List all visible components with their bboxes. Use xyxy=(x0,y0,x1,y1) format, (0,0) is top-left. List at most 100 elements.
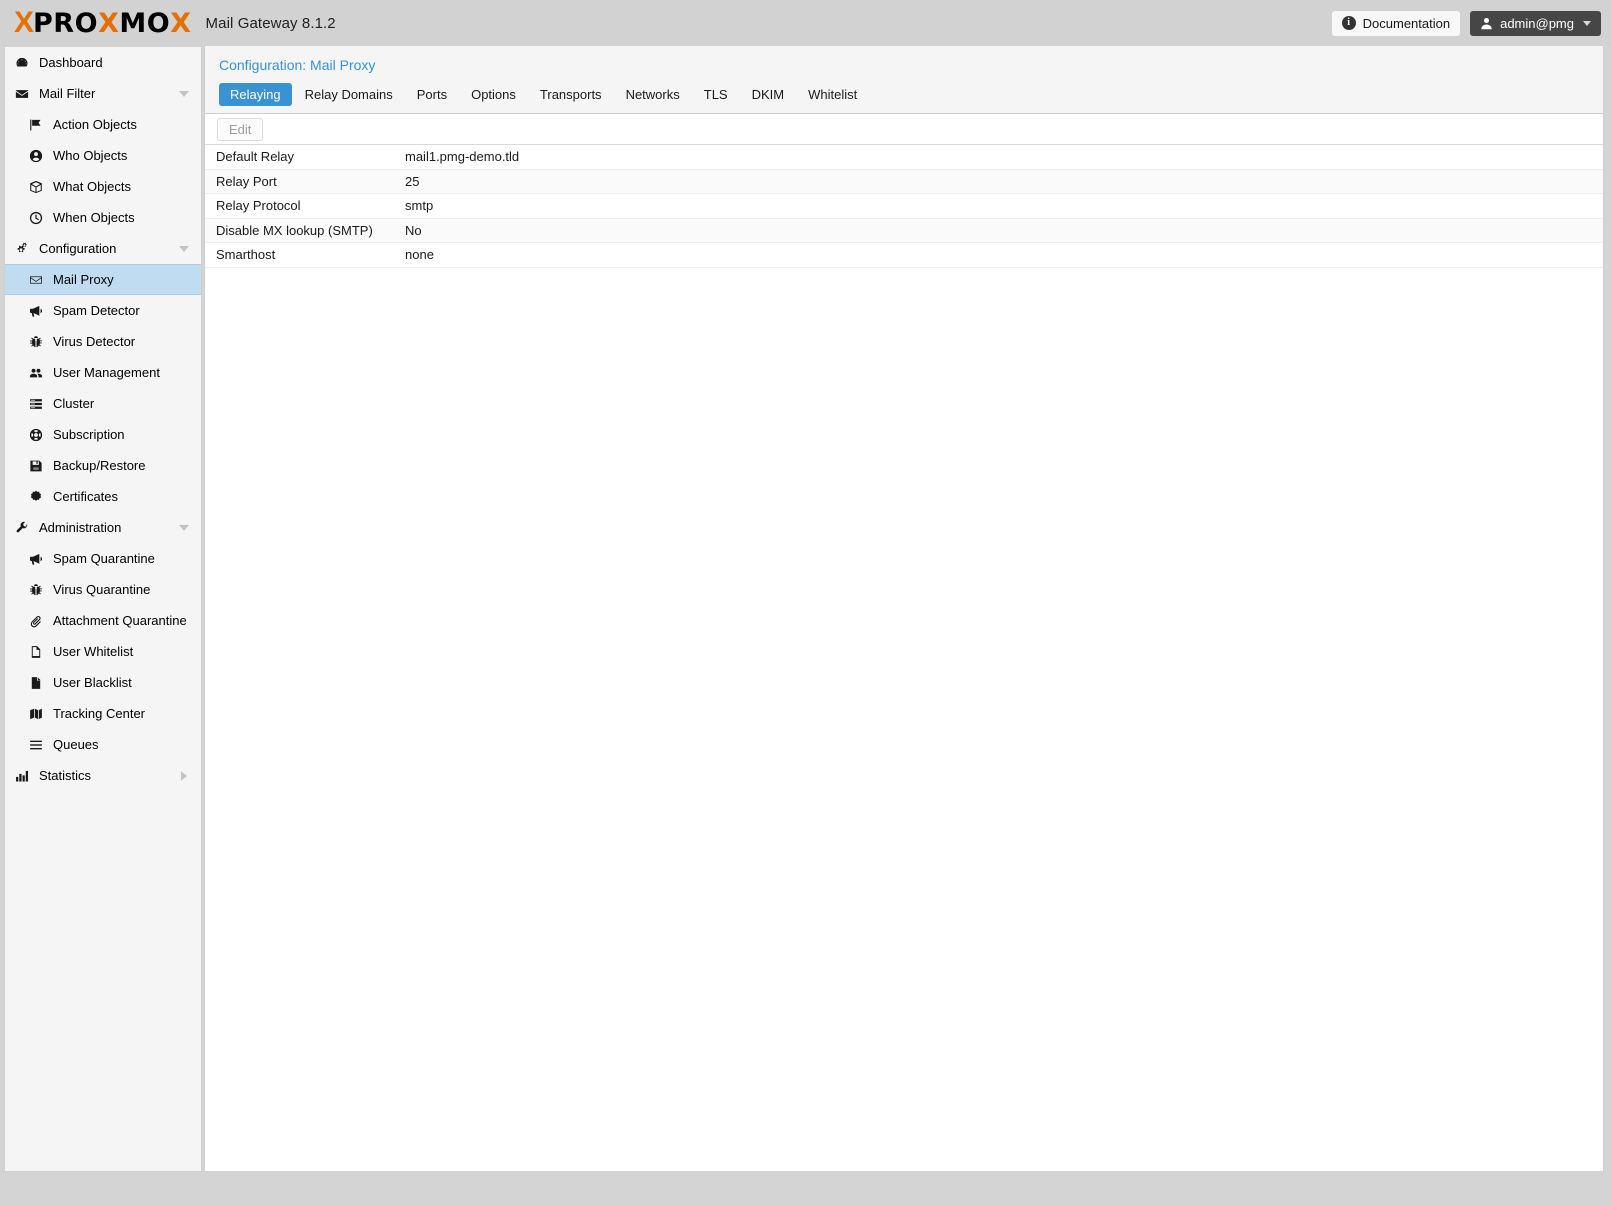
sidebar-item-user-blacklist[interactable]: User Blacklist xyxy=(5,667,201,698)
setting-value: none xyxy=(405,247,434,263)
sidebar-item-label: User Whitelist xyxy=(53,644,134,659)
table-row[interactable]: Disable MX lookup (SMTP) No xyxy=(205,218,1603,243)
setting-key: Relay Protocol xyxy=(216,198,301,214)
tab-ports[interactable]: Ports xyxy=(406,83,458,106)
sidebar-item-label: Mail Proxy xyxy=(53,272,114,287)
file-filled-icon xyxy=(29,676,47,690)
tab-whitelist[interactable]: Whitelist xyxy=(797,83,868,106)
sidebar-item-user-whitelist[interactable]: User Whitelist xyxy=(5,636,201,667)
logo-x-icon: X xyxy=(14,6,34,39)
table-row[interactable]: Relay Protocol smtp xyxy=(205,194,1603,219)
sidebar-item-tracking-center[interactable]: Tracking Center xyxy=(5,698,201,729)
tab-relay-domains[interactable]: Relay Domains xyxy=(294,83,404,106)
cube-icon xyxy=(29,180,47,194)
proxmox-logo: X PRO X MO X xyxy=(14,8,192,38)
certificate-icon xyxy=(29,490,47,504)
sidebar-item-attachment-quarantine[interactable]: Attachment Quarantine xyxy=(5,605,201,636)
dashboard-icon xyxy=(15,56,33,70)
tab-bar: Relaying Relay Domains Ports Options Transpo… xyxy=(219,83,1603,106)
tab-networks[interactable]: Networks xyxy=(615,83,691,106)
sidebar-item-label: Action Objects xyxy=(53,117,137,132)
lifebuoy-icon xyxy=(29,428,47,442)
chevron-right-icon[interactable] xyxy=(181,770,187,781)
clock-icon xyxy=(29,211,47,225)
panel-header: Configuration: Mail Proxy Relaying Relay … xyxy=(205,46,1603,114)
bug-icon xyxy=(29,335,47,349)
user-menu-button[interactable]: admin@pmg xyxy=(1470,10,1601,36)
setting-key: Disable MX lookup (SMTP) xyxy=(216,222,373,238)
sidebar-item-user-management[interactable]: User Management xyxy=(5,357,201,388)
chevron-down-icon[interactable] xyxy=(179,90,189,97)
setting-value: mail1.pmg-demo.tld xyxy=(405,149,520,165)
info-icon: i xyxy=(1341,16,1356,30)
tab-options[interactable]: Options xyxy=(460,83,527,106)
sidebar-item-action-objects[interactable]: Action Objects xyxy=(5,109,201,140)
table-row[interactable]: Relay Port 25 xyxy=(205,169,1603,194)
sidebar-item-label: Virus Detector xyxy=(53,334,136,349)
sidebar-item-backup-restore[interactable]: Backup/Restore xyxy=(5,450,201,481)
sidebar-item-label: Spam Detector xyxy=(53,303,140,318)
file-outline-icon xyxy=(29,645,47,659)
sidebar-item-queues[interactable]: Queues xyxy=(5,729,201,760)
chevron-down-icon[interactable] xyxy=(179,245,189,252)
chevron-down-icon xyxy=(1583,20,1591,26)
wrench-icon xyxy=(15,521,33,535)
users-icon xyxy=(29,366,47,380)
page-title: Configuration: Mail Proxy xyxy=(219,57,376,73)
sidebar-item-label: What Objects xyxy=(53,179,132,194)
logo-pro-text: PRO xyxy=(33,7,99,39)
chevron-down-icon[interactable] xyxy=(179,524,189,531)
tab-transports[interactable]: Transports xyxy=(529,83,613,106)
header-actions: i Documentation admin@pmg xyxy=(1331,10,1601,36)
sidebar-item-label: Backup/Restore xyxy=(53,458,146,473)
setting-value: 25 xyxy=(405,173,420,189)
documentation-button[interactable]: i Documentation xyxy=(1331,10,1461,36)
gears-icon xyxy=(15,242,33,256)
setting-key: Smarthost xyxy=(216,247,276,263)
top-header-bar: X PRO X MO X Mail Gateway 8.1.2 i Docume… xyxy=(0,0,1611,46)
main-content-panel: Configuration: Mail Proxy Relaying Relay … xyxy=(204,46,1604,1172)
sidebar-item-who-objects[interactable]: Who Objects xyxy=(5,140,201,171)
sidebar-item-label: Administration xyxy=(39,520,122,535)
sidebar-item-spam-quarantine[interactable]: Spam Quarantine xyxy=(5,543,201,574)
sidebar-item-spam-detector[interactable]: Spam Detector xyxy=(5,295,201,326)
sidebar-item-configuration[interactable]: Configuration xyxy=(5,233,201,264)
sidebar-item-virus-detector[interactable]: Virus Detector xyxy=(5,326,201,357)
settings-table: Default Relay mail1.pmg-demo.tld Relay Por… xyxy=(205,145,1603,268)
sidebar-item-label: Attachment Quarantine xyxy=(53,613,187,628)
sidebar-item-subscription[interactable]: Subscription xyxy=(5,419,201,450)
sidebar-item-administration[interactable]: Administration xyxy=(5,512,201,543)
sidebar-item-label: User Management xyxy=(53,365,160,380)
sidebar-item-label: Spam Quarantine xyxy=(53,551,155,566)
megaphone-icon xyxy=(29,552,47,566)
sidebar-item-what-objects[interactable]: What Objects xyxy=(5,171,201,202)
sidebar-item-label: When Objects xyxy=(53,210,135,225)
tab-tls[interactable]: TLS xyxy=(693,83,739,106)
logo-x3-text: X xyxy=(170,7,192,39)
sidebar-item-cluster[interactable]: Cluster xyxy=(5,388,201,419)
table-row[interactable]: Default Relay mail1.pmg-demo.tld xyxy=(205,145,1603,170)
sidebar-item-label: Certificates xyxy=(53,489,119,504)
sidebar-item-certificates[interactable]: Certificates xyxy=(5,481,201,512)
tab-relaying[interactable]: Relaying xyxy=(219,83,292,106)
logo-mo-text: MO xyxy=(119,7,171,39)
sidebar-item-mail-proxy[interactable]: Mail Proxy xyxy=(5,264,201,295)
sidebar-item-mail-filter[interactable]: Mail Filter xyxy=(5,78,201,109)
sidebar-item-label: Virus Quarantine xyxy=(53,582,151,597)
sidebar-item-label: Mail Filter xyxy=(39,86,96,101)
user-circle-icon xyxy=(29,149,47,163)
sidebar-item-statistics[interactable]: Statistics xyxy=(5,760,201,791)
table-row[interactable]: Smarthost none xyxy=(205,243,1603,268)
envelope-open-icon xyxy=(29,273,47,287)
sidebar-item-virus-quarantine[interactable]: Virus Quarantine xyxy=(5,574,201,605)
user-icon xyxy=(1480,17,1493,30)
setting-key: Relay Port xyxy=(216,173,277,189)
sidebar-item-when-objects[interactable]: When Objects xyxy=(5,202,201,233)
sidebar-item-dashboard[interactable]: Dashboard xyxy=(5,47,201,78)
bug-icon xyxy=(29,583,47,597)
edit-button[interactable]: Edit xyxy=(217,117,264,141)
megaphone-icon xyxy=(29,304,47,318)
logo-x2-text: X xyxy=(98,7,120,39)
tab-dkim[interactable]: DKIM xyxy=(741,83,796,106)
sidebar-item-label: Statistics xyxy=(39,768,92,783)
